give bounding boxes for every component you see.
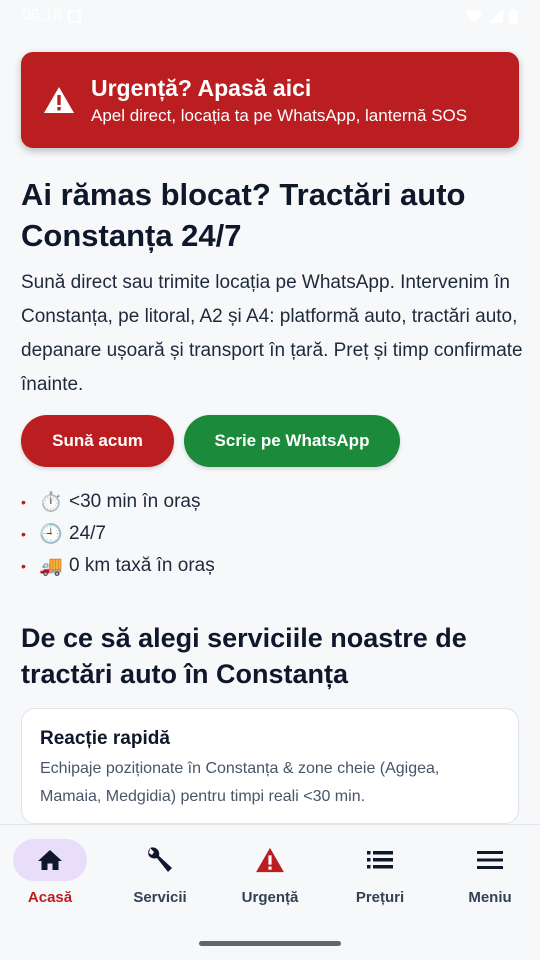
status-time: 06:18: [22, 7, 63, 24]
stopwatch-icon: ⏱️: [39, 492, 63, 513]
hero-description: Sună direct sau trimite locația pe Whats…: [21, 272, 523, 395]
nav-item-menu[interactable]: Meniu: [436, 839, 540, 911]
whatsapp-button[interactable]: Scrie pe WhatsApp: [184, 415, 400, 467]
urgent-subtitle: Apel direct, locația ta pe WhatsApp, lan…: [91, 106, 468, 125]
nav-label-services: Servicii: [133, 889, 187, 906]
section-title: De ce să alegi serviciile noastre de tra…: [21, 623, 467, 689]
nav-icon-wrap: [453, 839, 527, 881]
nav-item-urgent[interactable]: Urgență: [216, 839, 324, 911]
status-bar: 06:18: [0, 0, 540, 32]
page-title: Ai rămas blocat? Tractări auto Constanța…: [21, 177, 466, 253]
nav-label-urgent: Urgență: [241, 889, 299, 906]
menu-icon: [477, 851, 503, 869]
notification-icon: [68, 9, 82, 23]
warning-icon: [44, 87, 74, 113]
nav-item-services[interactable]: Servicii: [106, 839, 214, 911]
home-icon: [38, 850, 62, 870]
call-now-button[interactable]: Sună acum: [21, 415, 174, 467]
status-left: 06:18: [22, 7, 82, 25]
nav-icon-wrap: [233, 839, 307, 881]
features-list: • ⏱️ <30 min în oraș • 🕘 24/7 • 🚚 0 km t…: [21, 486, 215, 582]
nav-item-home[interactable]: Acasă: [0, 839, 104, 911]
card-title: Reacție rapidă: [40, 728, 170, 749]
bullet-icon: •: [21, 494, 26, 510]
card-text: Echipaje poziționate în Constanța & zone…: [40, 760, 440, 805]
nav-label-prices: Prețuri: [355, 889, 405, 906]
nav-icon-wrap: [123, 839, 197, 881]
truck-icon: 🚚: [39, 556, 63, 577]
nav-icon-wrap: [13, 839, 87, 881]
warning-icon: [256, 847, 284, 873]
urgent-text: Urgență? Apasă aici Apel direct, locația…: [91, 73, 467, 127]
feature-card: Reacție rapidă Echipaje poziționate în C…: [21, 708, 519, 824]
home-indicator[interactable]: [199, 941, 341, 946]
urgent-title: Urgență? Apasă aici: [91, 75, 312, 101]
wifi-icon: [465, 9, 483, 23]
wrench-icon: [148, 847, 172, 872]
feature-item: • ⏱️ <30 min în oraș: [21, 486, 215, 518]
nav-icon-wrap: [343, 839, 417, 881]
feature-text: 0 km taxă în oraș: [69, 555, 215, 576]
feature-text: 24/7: [69, 523, 106, 544]
feature-text: <30 min în oraș: [69, 491, 201, 512]
urgent-banner[interactable]: Urgență? Apasă aici Apel direct, locația…: [21, 52, 519, 148]
clock-icon: 🕘: [39, 524, 63, 545]
list-icon: [367, 851, 393, 869]
bullet-icon: •: [21, 558, 26, 574]
feature-item: • 🕘 24/7: [21, 518, 215, 550]
nav-label-home: Acasă: [27, 889, 73, 906]
feature-item: • 🚚 0 km taxă în oraș: [21, 550, 215, 582]
nav-label-menu: Meniu: [468, 889, 512, 906]
status-right: [465, 8, 518, 24]
signal-icon: [489, 9, 503, 23]
bottom-nav: Acasă Servicii Urgență Prețuri Meniu: [0, 824, 540, 960]
bullet-icon: •: [21, 526, 26, 542]
nav-item-prices[interactable]: Prețuri: [326, 839, 434, 911]
battery-icon: [509, 8, 518, 24]
